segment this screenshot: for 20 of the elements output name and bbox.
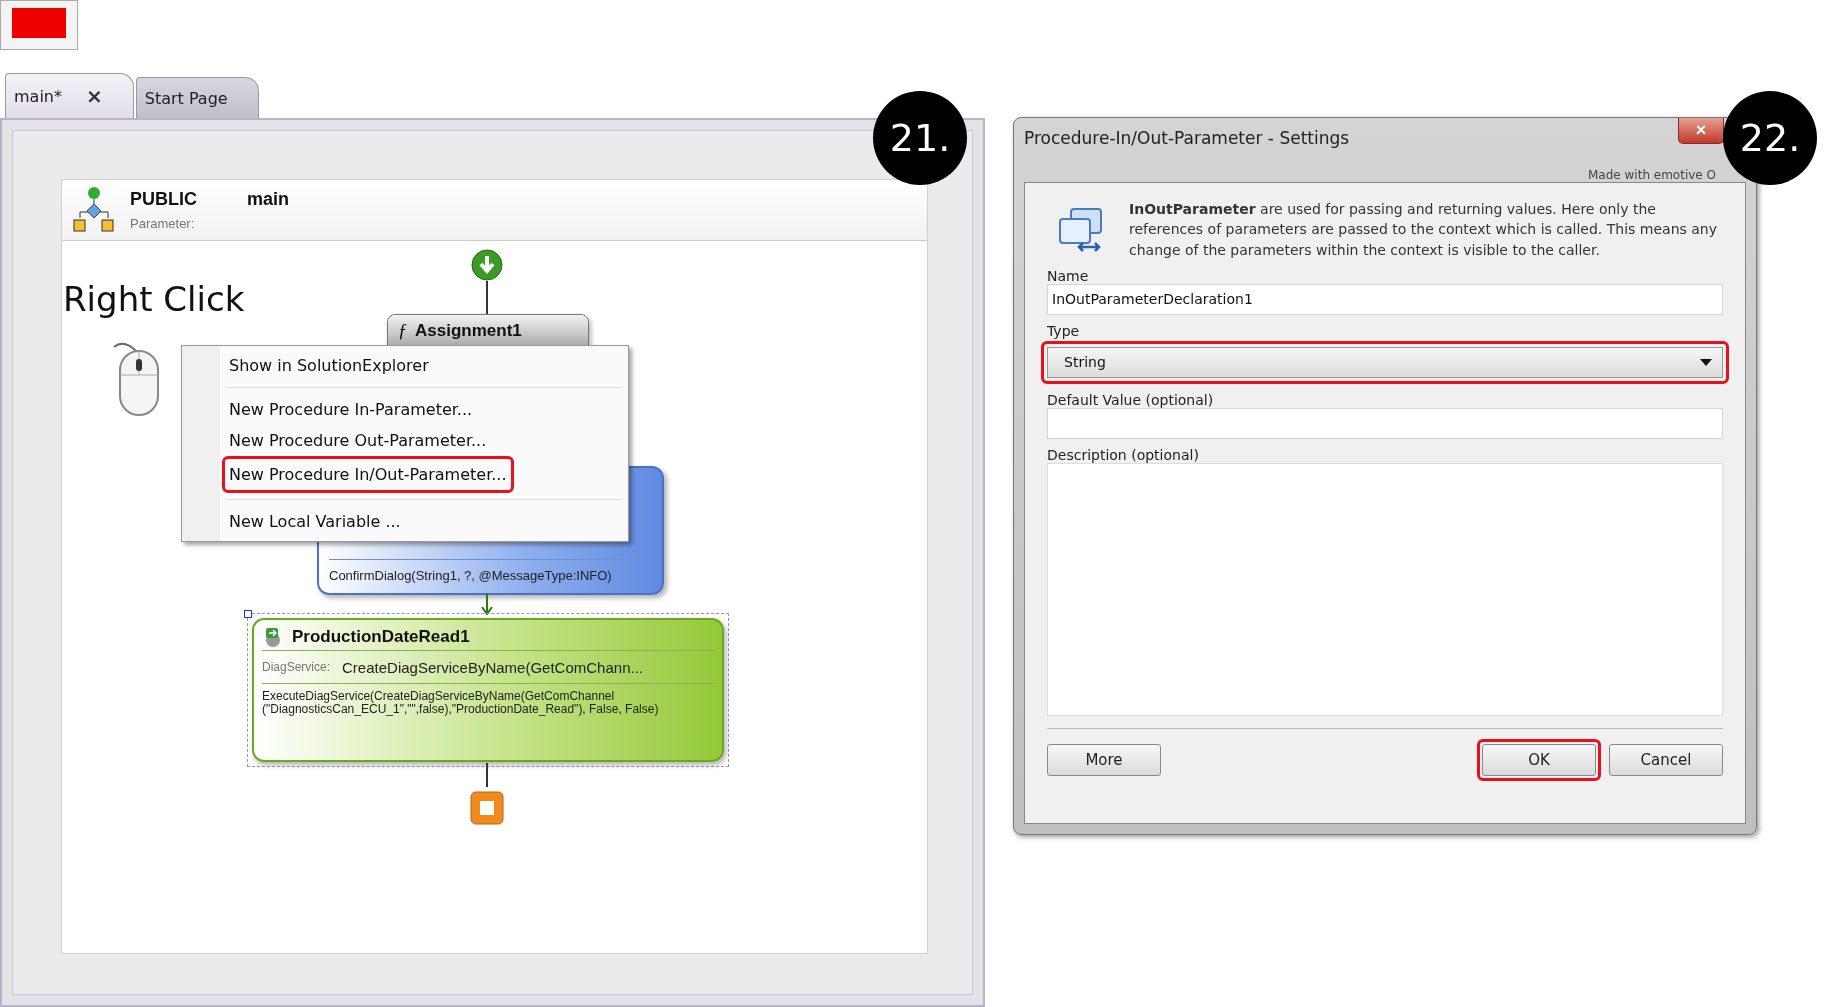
parameter-label: Parameter: — [130, 216, 196, 231]
node-title: Assignment1 — [415, 321, 522, 341]
field-label: Type — [1047, 322, 1081, 339]
field-label: Description (optional) — [1047, 446, 1200, 463]
visibility-label: PUBLIC — [130, 189, 197, 210]
right-click-caption: Right Click — [63, 279, 245, 319]
node-expression: ConfirmDialog(String1, ?, @MessageType:INFO) — [328, 567, 613, 585]
dialog-title: Procedure-In/Out-Parameter - Settings — [1024, 127, 1350, 148]
field-label: DiagService: — [262, 660, 331, 674]
credit-text: Made with emotive O — [1588, 168, 1716, 182]
field-label: Default Value (optional) — [1047, 391, 1215, 408]
step-badge: 22. — [1723, 91, 1817, 185]
field-value: CreateDiagServiceByName(GetComChann... — [342, 658, 643, 676]
node-title: ProductionDateRead1 — [292, 627, 470, 647]
step-badge: 21. — [873, 91, 967, 185]
field-label: Name — [1047, 267, 1090, 284]
function-icon: ƒ — [398, 320, 407, 342]
procedure-name: main — [247, 189, 289, 210]
info-text: InOutParameter are used for passing and returning values. Here only the references of parameters are passed to the context which is called. This means any change of the parameters within the context is visible to the caller. — [1129, 200, 1718, 260]
node-expression: ExecuteDiagService(CreateDiagServiceByName(GetComChannel ("DiagnosticsCan_ECU_1","",false),"ProductionDate_Read"), False, False) — [262, 688, 660, 717]
